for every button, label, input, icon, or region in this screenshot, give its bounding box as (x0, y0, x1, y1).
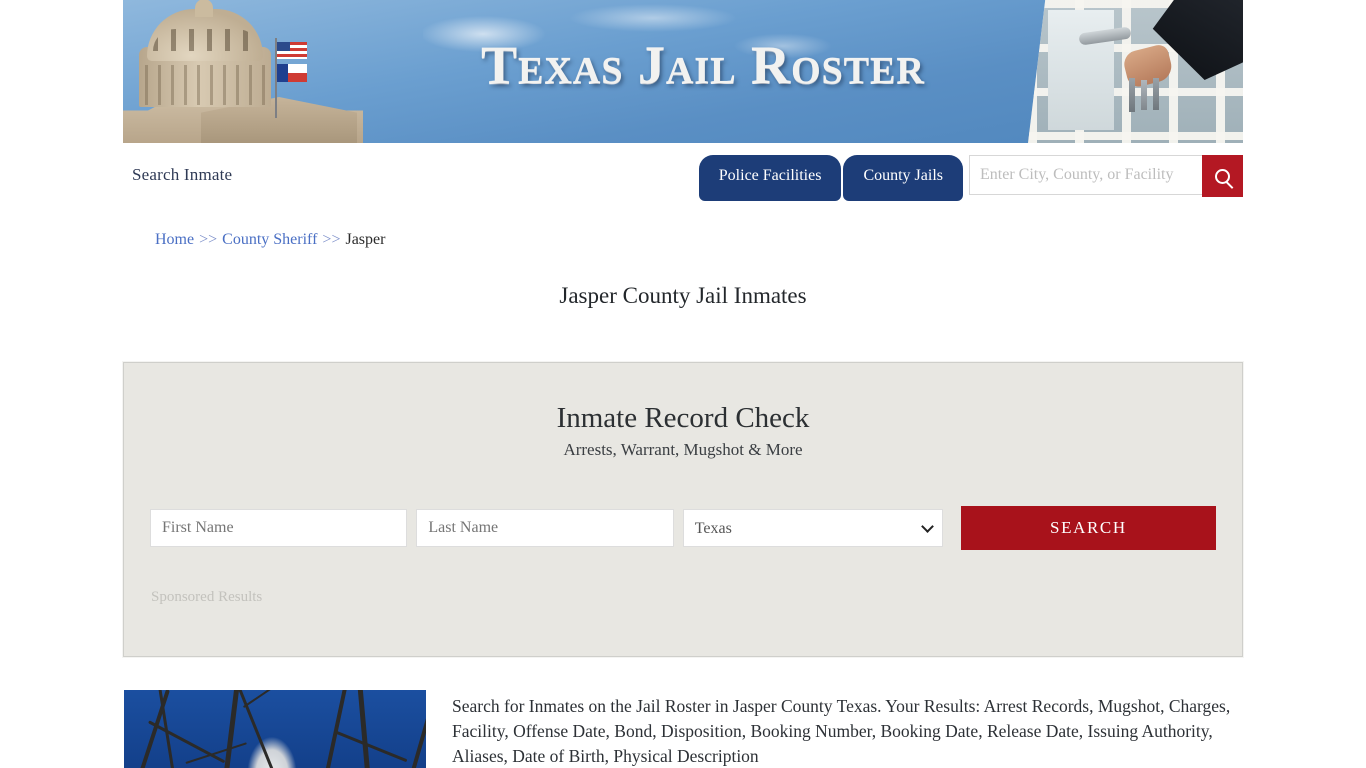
capitol-lantern (195, 0, 213, 17)
last-name-input[interactable] (416, 509, 674, 547)
tree-branch (238, 690, 277, 768)
tree-branch (334, 730, 408, 763)
nav-button-county-jails[interactable]: County Jails (843, 155, 963, 201)
tree-branch (220, 690, 240, 768)
banner-title: Texas Jail Roster (481, 35, 925, 95)
top-nav: Search Inmate Police Facilities County J… (123, 143, 1243, 215)
breadcrumb-link-home[interactable]: Home (155, 231, 194, 248)
nav-right-group: Police Facilities County Jails (698, 155, 1243, 201)
inmate-search-button[interactable]: SEARCH (960, 506, 1217, 550)
tree-branch (242, 690, 303, 708)
site-banner: Texas Jail Roster (123, 0, 1243, 143)
content-section: Search for Inmates on the Jail Roster in… (123, 690, 1243, 768)
state-select-wrap: Texas (682, 509, 943, 547)
breadcrumb-current: Jasper (345, 231, 386, 248)
breadcrumb: Home >> County Sheriff >> Jasper (123, 215, 1243, 249)
inmate-search-form: Texas SEARCH (124, 506, 1242, 550)
inmate-record-check-panel: Inmate Record Check Arrests, Warrant, Mu… (122, 361, 1244, 658)
nav-brand: Search Inmate (132, 165, 233, 184)
nav-search-group (969, 155, 1243, 197)
nav-button-police-facilities[interactable]: Police Facilities (698, 155, 842, 201)
breadcrumb-separator-2: >> (322, 231, 341, 248)
facility-search-input[interactable] (969, 155, 1202, 195)
first-name-input[interactable] (150, 509, 408, 547)
content-paragraph: Search for Inmates on the Jail Roster in… (452, 696, 1231, 766)
tree-branch (320, 690, 348, 768)
tree-branch (406, 691, 426, 768)
tree-branch (148, 720, 226, 764)
jasper-county-courthouse-photo (124, 690, 426, 768)
panel-subheading: Arrests, Warrant, Mugshot & More (563, 440, 803, 459)
panel-heading: Inmate Record Check (556, 402, 810, 434)
state-select[interactable]: Texas (682, 509, 943, 547)
content-paragraph-wrap: Search for Inmates on the Jail Roster in… (426, 690, 1243, 768)
page-root: Texas Jail Roster Search Inmate Police F… (0, 0, 1366, 768)
breadcrumb-link-county-sheriff[interactable]: County Sheriff (222, 231, 317, 248)
search-icon (1215, 168, 1230, 184)
tree-branch (357, 690, 373, 768)
facility-search-button[interactable] (1202, 155, 1243, 197)
sponsored-results-label: Sponsored Results (151, 589, 263, 605)
page-title: Jasper County Jail Inmates (559, 283, 807, 308)
breadcrumb-separator-1: >> (199, 231, 218, 248)
